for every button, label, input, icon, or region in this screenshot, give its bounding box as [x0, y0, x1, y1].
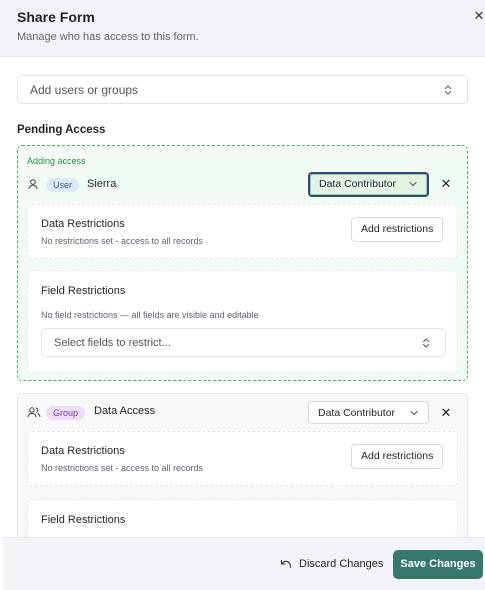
role-select-value: Data Contributor: [318, 407, 396, 419]
discard-changes-label: Discard Changes: [299, 558, 384, 570]
chevron-up-down-icon: [422, 338, 430, 348]
data-restrictions-title: Data Restrictions: [41, 218, 125, 230]
add-restrictions-button[interactable]: Add restrictions: [351, 444, 444, 469]
dialog-footer: Discard Changes Save Changes: [3, 537, 485, 590]
remove-entry-icon[interactable]: ✕: [440, 406, 452, 419]
close-icon[interactable]: ✕: [473, 8, 485, 24]
field-restrictions-box: Field Restrictions No field restrictions…: [27, 270, 458, 373]
users-icon: [27, 407, 41, 418]
data-restrictions-description: No restrictions set - access to all reco…: [41, 463, 204, 473]
pending-access-label: Pending Access: [17, 124, 106, 136]
undo-icon: [280, 559, 291, 569]
role-select[interactable]: Data Contributor: [308, 172, 429, 197]
user-badge: User: [46, 178, 80, 192]
field-restrictions-description: No field restrictions — all fields are v…: [41, 310, 259, 320]
remove-entry-icon[interactable]: ✕: [440, 177, 452, 190]
dialog-header: Share Form Manage who has access to this…: [0, 0, 485, 57]
user-icon: [28, 179, 38, 190]
role-select[interactable]: Data Contributor: [308, 401, 429, 424]
add-users-placeholder: Add users or groups: [30, 83, 139, 97]
data-restrictions-title: Data Restrictions: [41, 445, 125, 457]
pending-access-card: Adding access User Sierra Data Contribut…: [17, 145, 468, 381]
entity-name: Sierra: [87, 178, 117, 190]
group-badge: Group: [46, 406, 86, 420]
entity-name: Data Access: [94, 405, 156, 417]
field-restrictions-select[interactable]: Select fields to restrict...: [41, 328, 446, 357]
field-restrictions-placeholder: Select fields to restrict...: [54, 337, 171, 349]
data-restrictions-box: Data Restrictions No restrictions set - …: [27, 204, 458, 259]
chevron-down-icon: [410, 410, 418, 416]
share-form-dialog: Share Form Manage who has access to this…: [0, 0, 485, 590]
dialog-title: Share Form: [17, 9, 95, 25]
field-restrictions-title: Field Restrictions: [41, 514, 126, 526]
save-changes-button[interactable]: Save Changes: [393, 550, 483, 579]
discard-changes-button[interactable]: Discard Changes: [277, 551, 387, 577]
chevron-up-down-icon: [444, 85, 452, 95]
add-restrictions-button[interactable]: Add restrictions: [351, 217, 444, 242]
data-restrictions-box: Data Restrictions No restrictions set - …: [27, 431, 458, 486]
add-users-select[interactable]: Add users or groups: [17, 75, 468, 104]
field-restrictions-title: Field Restrictions: [41, 285, 126, 297]
data-restrictions-description: No restrictions set - access to all reco…: [41, 236, 204, 246]
adding-access-label: Adding access: [27, 156, 86, 166]
chevron-down-icon: [409, 181, 417, 187]
dialog-subtitle: Manage who has access to this form.: [17, 31, 199, 43]
role-select-value: Data Contributor: [319, 178, 397, 190]
